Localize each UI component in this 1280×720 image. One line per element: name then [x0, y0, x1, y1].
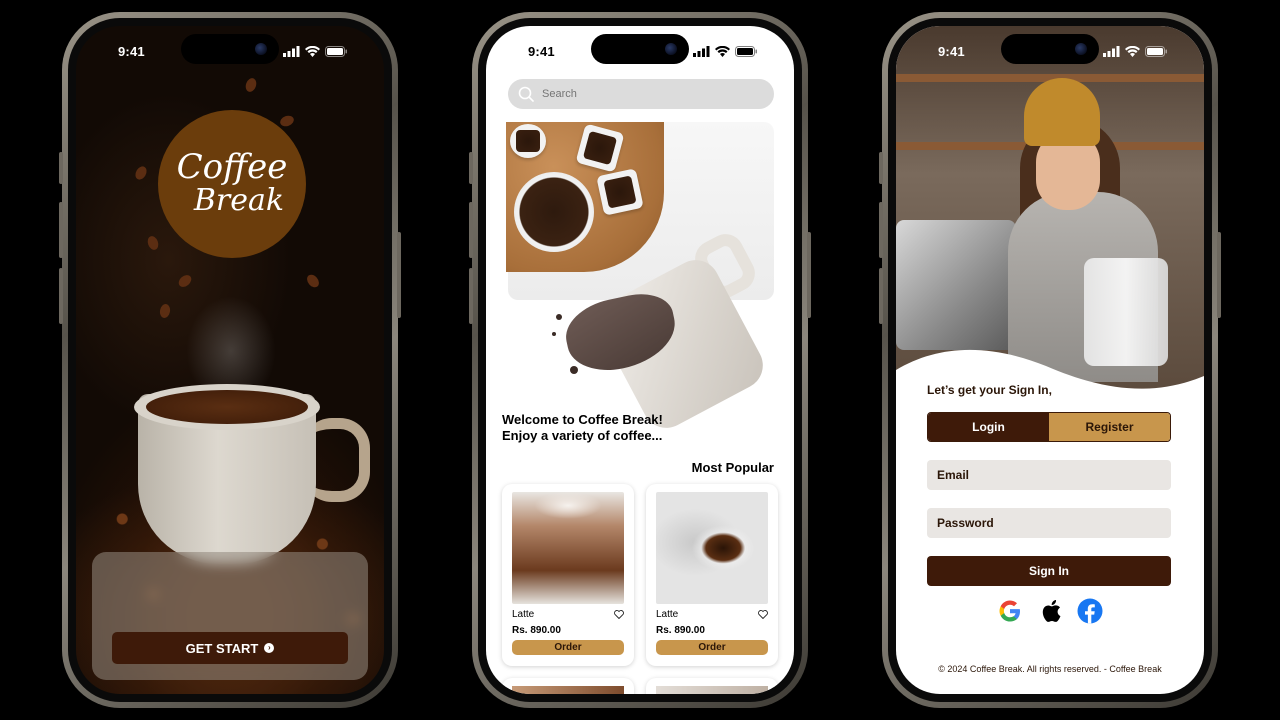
order-button[interactable]: Order [656, 640, 768, 655]
copyright-footer: © 2024 Coffee Break. All rights reserved… [938, 664, 1162, 674]
email-field[interactable] [927, 460, 1171, 490]
coffee-bean-decor [158, 303, 172, 319]
password-field[interactable] [927, 508, 1171, 538]
coffee-drop [552, 332, 556, 336]
product-price: Rs. 890.00 [656, 625, 705, 636]
product-card-peek[interactable] [502, 678, 634, 694]
welcome-line-1: Welcome to Coffee Break! [502, 412, 663, 427]
search-input[interactable] [542, 88, 742, 100]
signal-icon [283, 45, 300, 57]
heart-icon[interactable] [614, 610, 624, 619]
tab-login[interactable]: Login [928, 413, 1049, 441]
section-title-most-popular: Most Popular [691, 460, 774, 475]
auth-tabs: Login Register [927, 412, 1171, 442]
coffee-bean-decor [278, 113, 296, 129]
espresso-cup-image [510, 124, 546, 158]
product-card[interactable]: Latte Rs. 890.00 Order [502, 484, 634, 666]
heart-icon[interactable] [758, 610, 768, 619]
google-icon[interactable] [997, 598, 1023, 624]
battery-icon [325, 45, 347, 57]
status-bar: 9:41 [76, 43, 384, 59]
coffee-bean-decor [133, 164, 149, 182]
product-name: Latte [512, 609, 535, 620]
app-logo: Coffee Break [158, 110, 306, 258]
coffee-bean-decor [243, 76, 259, 94]
status-time: 9:41 [118, 43, 145, 59]
status-bar: 9:41 [486, 43, 794, 59]
beanie [1024, 78, 1100, 146]
logo-text-break: Break [193, 183, 285, 218]
apple-icon[interactable] [1037, 598, 1063, 624]
social-login-row [896, 598, 1204, 624]
tab-register[interactable]: Register [1049, 413, 1170, 441]
product-card[interactable]: Latte Rs. 890.00 Order [646, 484, 778, 666]
iced-mocha-image [512, 492, 624, 604]
signin-phone: 9:41 Let’s get your Sign In, Login Regis… [879, 12, 1221, 708]
wifi-icon [715, 45, 730, 57]
home-phone: 9:41 Wel [469, 12, 811, 708]
get-start-button[interactable]: GET START › [112, 632, 348, 664]
product-card-peek[interactable] [646, 678, 778, 694]
wifi-icon [305, 45, 320, 57]
battery-icon [735, 45, 757, 57]
home-screen: 9:41 Wel [486, 26, 794, 694]
signin-heading: Let’s get your Sign In, [927, 383, 1052, 397]
coffee-bean-decor [145, 234, 161, 252]
bean-dish-image [596, 168, 644, 216]
order-button[interactable]: Order [512, 640, 624, 655]
welcome-line-2: Enjoy a variety of coffee... [502, 428, 663, 443]
get-start-label: GET START [185, 640, 259, 656]
battery-icon [1145, 45, 1167, 57]
espresso-glass-image [656, 492, 768, 604]
welcome-text: Welcome to Coffee Break! Enjoy a variety… [502, 412, 752, 444]
product-image-peek [656, 686, 768, 694]
signin-screen: 9:41 Let’s get your Sign In, Login Regis… [896, 26, 1204, 694]
status-time: 9:41 [528, 43, 555, 59]
facebook-icon[interactable] [1077, 598, 1103, 624]
signal-icon [1103, 45, 1120, 57]
coffee-drop [556, 314, 562, 320]
signal-icon [693, 45, 710, 57]
logo-text-coffee: Coffee [176, 147, 288, 187]
splash-screen: 9:41 Coffee Break GET START › [76, 26, 384, 694]
wifi-icon [1125, 45, 1140, 57]
product-price: Rs. 890.00 [512, 625, 561, 636]
bean-bowl-image [514, 172, 594, 252]
product-name: Latte [656, 609, 679, 620]
arrow-right-circle-icon: › [264, 643, 275, 653]
espresso-machine [896, 220, 1016, 350]
sign-in-button[interactable]: Sign In [927, 556, 1171, 586]
wave-divider [896, 349, 1204, 416]
coffee-bean-decor [176, 272, 194, 290]
coffee-drop [570, 366, 578, 374]
search-bar[interactable] [508, 79, 774, 109]
status-time: 9:41 [938, 43, 965, 59]
splash-phone: 9:41 Coffee Break GET START › [59, 12, 401, 708]
search-icon [518, 86, 534, 102]
product-image-peek [512, 686, 624, 694]
cup-coffee [146, 390, 308, 424]
status-bar: 9:41 [896, 43, 1204, 59]
coffee-bean-decor [304, 272, 322, 290]
